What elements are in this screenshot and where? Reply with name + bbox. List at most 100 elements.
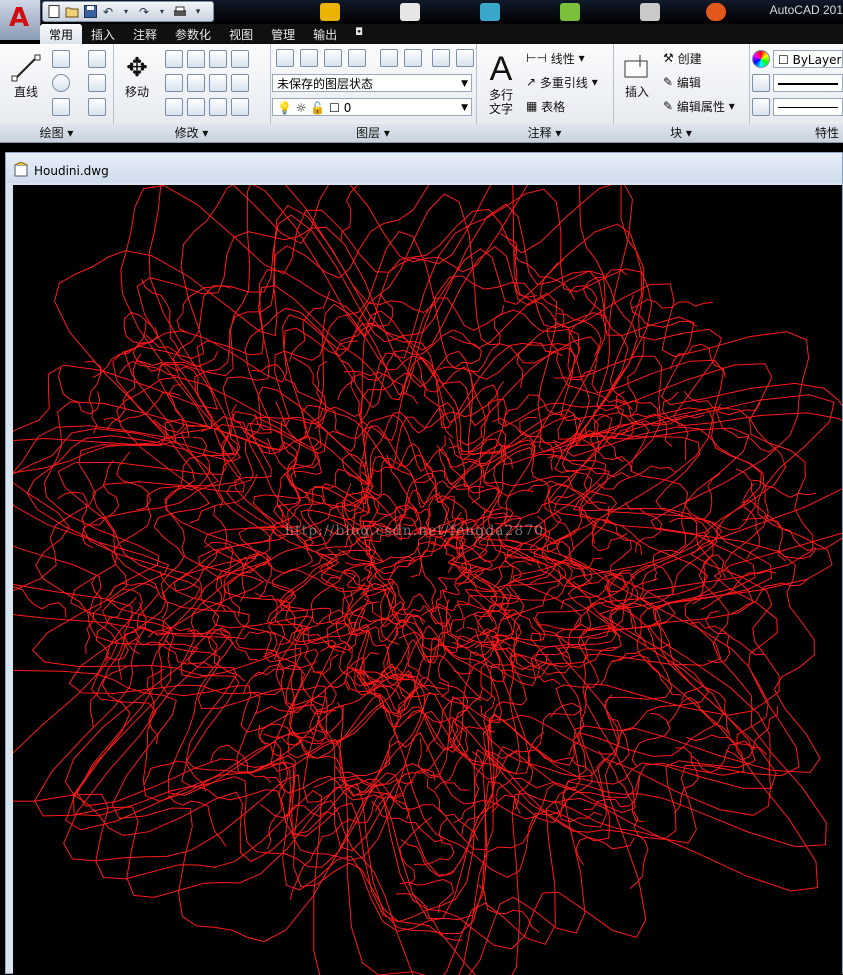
stretch-icon[interactable] [165,74,183,92]
layer-freeze-icon[interactable] [404,49,422,67]
ribbon-tabs: 常用 插入 注释 参数化 视图 管理 输出 ◘ [40,24,843,44]
fillet-icon[interactable] [187,74,205,92]
table-button[interactable]: ▦ 表格 [526,97,565,115]
linear-dimension-button[interactable]: ⊢⊣ 线性 ▾ [526,49,585,67]
tab-output[interactable]: 输出 [304,24,346,44]
rectangle-icon[interactable] [88,74,106,92]
layer-match-icon[interactable] [324,49,342,67]
layer-iso-icon[interactable] [348,49,366,67]
tab-annotate[interactable]: 注释 [124,24,166,44]
properties-panel-title[interactable]: 特性 [749,124,843,142]
tab-manage[interactable]: 管理 [262,24,304,44]
line-icon [11,54,41,81]
color-wheel-icon[interactable] [752,50,770,68]
layer-properties-icon[interactable] [276,49,294,67]
create-block-button[interactable]: ⚒ 创建 [663,49,702,67]
toolbar-shortcut-icon[interactable] [320,3,340,21]
redo-icon[interactable]: ↷ [137,5,151,19]
maze-squiggle [631,298,713,309]
maze-squiggle [540,646,618,676]
layer-off-icon[interactable] [380,49,398,67]
layer-state-dropdown[interactable]: 未保存的图层状态 ▼ [272,74,472,92]
document-title-bar[interactable]: Houdini.dwg [6,153,842,183]
move-button[interactable]: ✥ 移动 [117,48,157,104]
color-dropdown[interactable]: ☐ ByLayer [773,50,843,68]
linetype-dropdown[interactable] [773,74,843,92]
tab-parametric[interactable]: 参数化 [166,24,220,44]
new-icon[interactable] [47,5,61,19]
plot-icon[interactable] [173,5,187,19]
mirror-icon[interactable] [209,50,227,68]
rotate-icon[interactable] [187,50,205,68]
mtext-icon: A [489,50,513,88]
application-menu-button[interactable]: A [0,0,41,40]
maze-squiggle [540,259,565,329]
linetype-icon[interactable] [752,74,770,92]
maze-squiggle [597,465,677,490]
quick-access-toolbar: ↶ ▾ ↷ ▾ ▾ [42,1,214,22]
dropdown-arrow-icon[interactable]: ▾ [155,5,169,19]
lineweight-icon[interactable] [752,98,770,116]
circle-icon[interactable] [52,74,70,92]
trim-icon[interactable] [165,98,183,116]
copy-icon[interactable] [165,50,183,68]
title-bar: A ↶ ▾ ↷ ▾ ▾ AutoCAD 201 [0,0,843,40]
explode-icon[interactable] [231,50,249,68]
modify-panel-title[interactable]: 修改 ▾ [113,124,270,142]
ribbon: 直线 绘图 ▾ ✥ 移动 修改 ▾ 未保存的图层状态 ▼ 💡 ☼ 🔓 ☐ 0 ▼… [0,44,843,143]
layer-dropdown[interactable]: 💡 ☼ 🔓 ☐ 0 ▼ [272,98,472,116]
toolbar-shortcut-icon[interactable] [560,3,580,21]
maze-squiggle [84,360,102,434]
hatch-icon[interactable] [88,98,106,116]
open-icon[interactable] [65,5,79,19]
extend-icon[interactable] [231,74,249,92]
panel-draw: 直线 绘图 ▾ [0,44,114,142]
bulb-icon: 💡 [277,101,292,115]
layer-walk-icon[interactable] [456,49,474,67]
toolbar-shortcut-icon[interactable] [480,3,500,21]
toolbar-shortcut-icon[interactable] [706,3,726,21]
insert-block-button[interactable]: 插入 [617,48,657,104]
maze-squiggle [176,284,231,333]
dropdown-arrow-icon[interactable]: ▾ [119,5,133,19]
maze-squiggle [335,582,366,654]
model-space-canvas[interactable]: http://blog.csdn.net/fengda2870 [13,185,842,975]
polyline-icon[interactable] [52,50,70,68]
mtext-button[interactable]: A 多行 文字 [480,48,522,118]
tab-view[interactable]: 视图 [220,24,262,44]
maze-squiggle [413,818,455,866]
multileader-icon: ↗ [526,75,537,89]
maze-squiggle [550,702,585,756]
qat-menu-icon[interactable]: ▾ [191,5,205,19]
autocad-logo: A [8,3,30,33]
toolbar-shortcut-icon[interactable] [400,3,420,21]
spline-icon[interactable] [88,50,106,68]
draw-panel-title[interactable]: 绘图 ▾ [0,124,113,142]
layers-panel-title[interactable]: 图层 ▾ [270,124,476,142]
arc-icon[interactable] [52,98,70,116]
line-button[interactable]: 直线 [6,48,46,104]
maze-squiggle [420,550,445,625]
edit-block-button[interactable]: ✎ 编辑 [663,73,701,91]
maze-squiggle [598,750,645,823]
tab-home[interactable]: 常用 [40,24,83,44]
maze-squiggle [519,416,555,471]
chamfer-icon[interactable] [231,98,249,116]
ribbon-minimize-icon[interactable]: ◘ [346,24,372,45]
toolbar-shortcut-icon[interactable] [640,3,660,21]
lineweight-dropdown[interactable] [773,98,843,116]
annotation-panel-title[interactable]: 注释 ▾ [476,124,613,142]
tab-insert[interactable]: 插入 [82,24,124,44]
insert-block-icon [624,54,648,77]
maze-squiggle [57,491,94,549]
scale-icon[interactable] [187,98,205,116]
block-panel-title[interactable]: 块 ▾ [613,124,749,142]
layer-lock-icon[interactable] [432,49,450,67]
undo-icon[interactable]: ↶ [101,5,115,19]
save-icon[interactable] [83,5,97,19]
offset-icon[interactable] [209,98,227,116]
array-icon[interactable] [209,74,227,92]
multileader-button[interactable]: ↗ 多重引线 ▾ [526,73,598,91]
edit-attributes-button[interactable]: ✎ 编辑属性 ▾ [663,97,735,115]
layer-state-icon[interactable] [300,49,318,67]
